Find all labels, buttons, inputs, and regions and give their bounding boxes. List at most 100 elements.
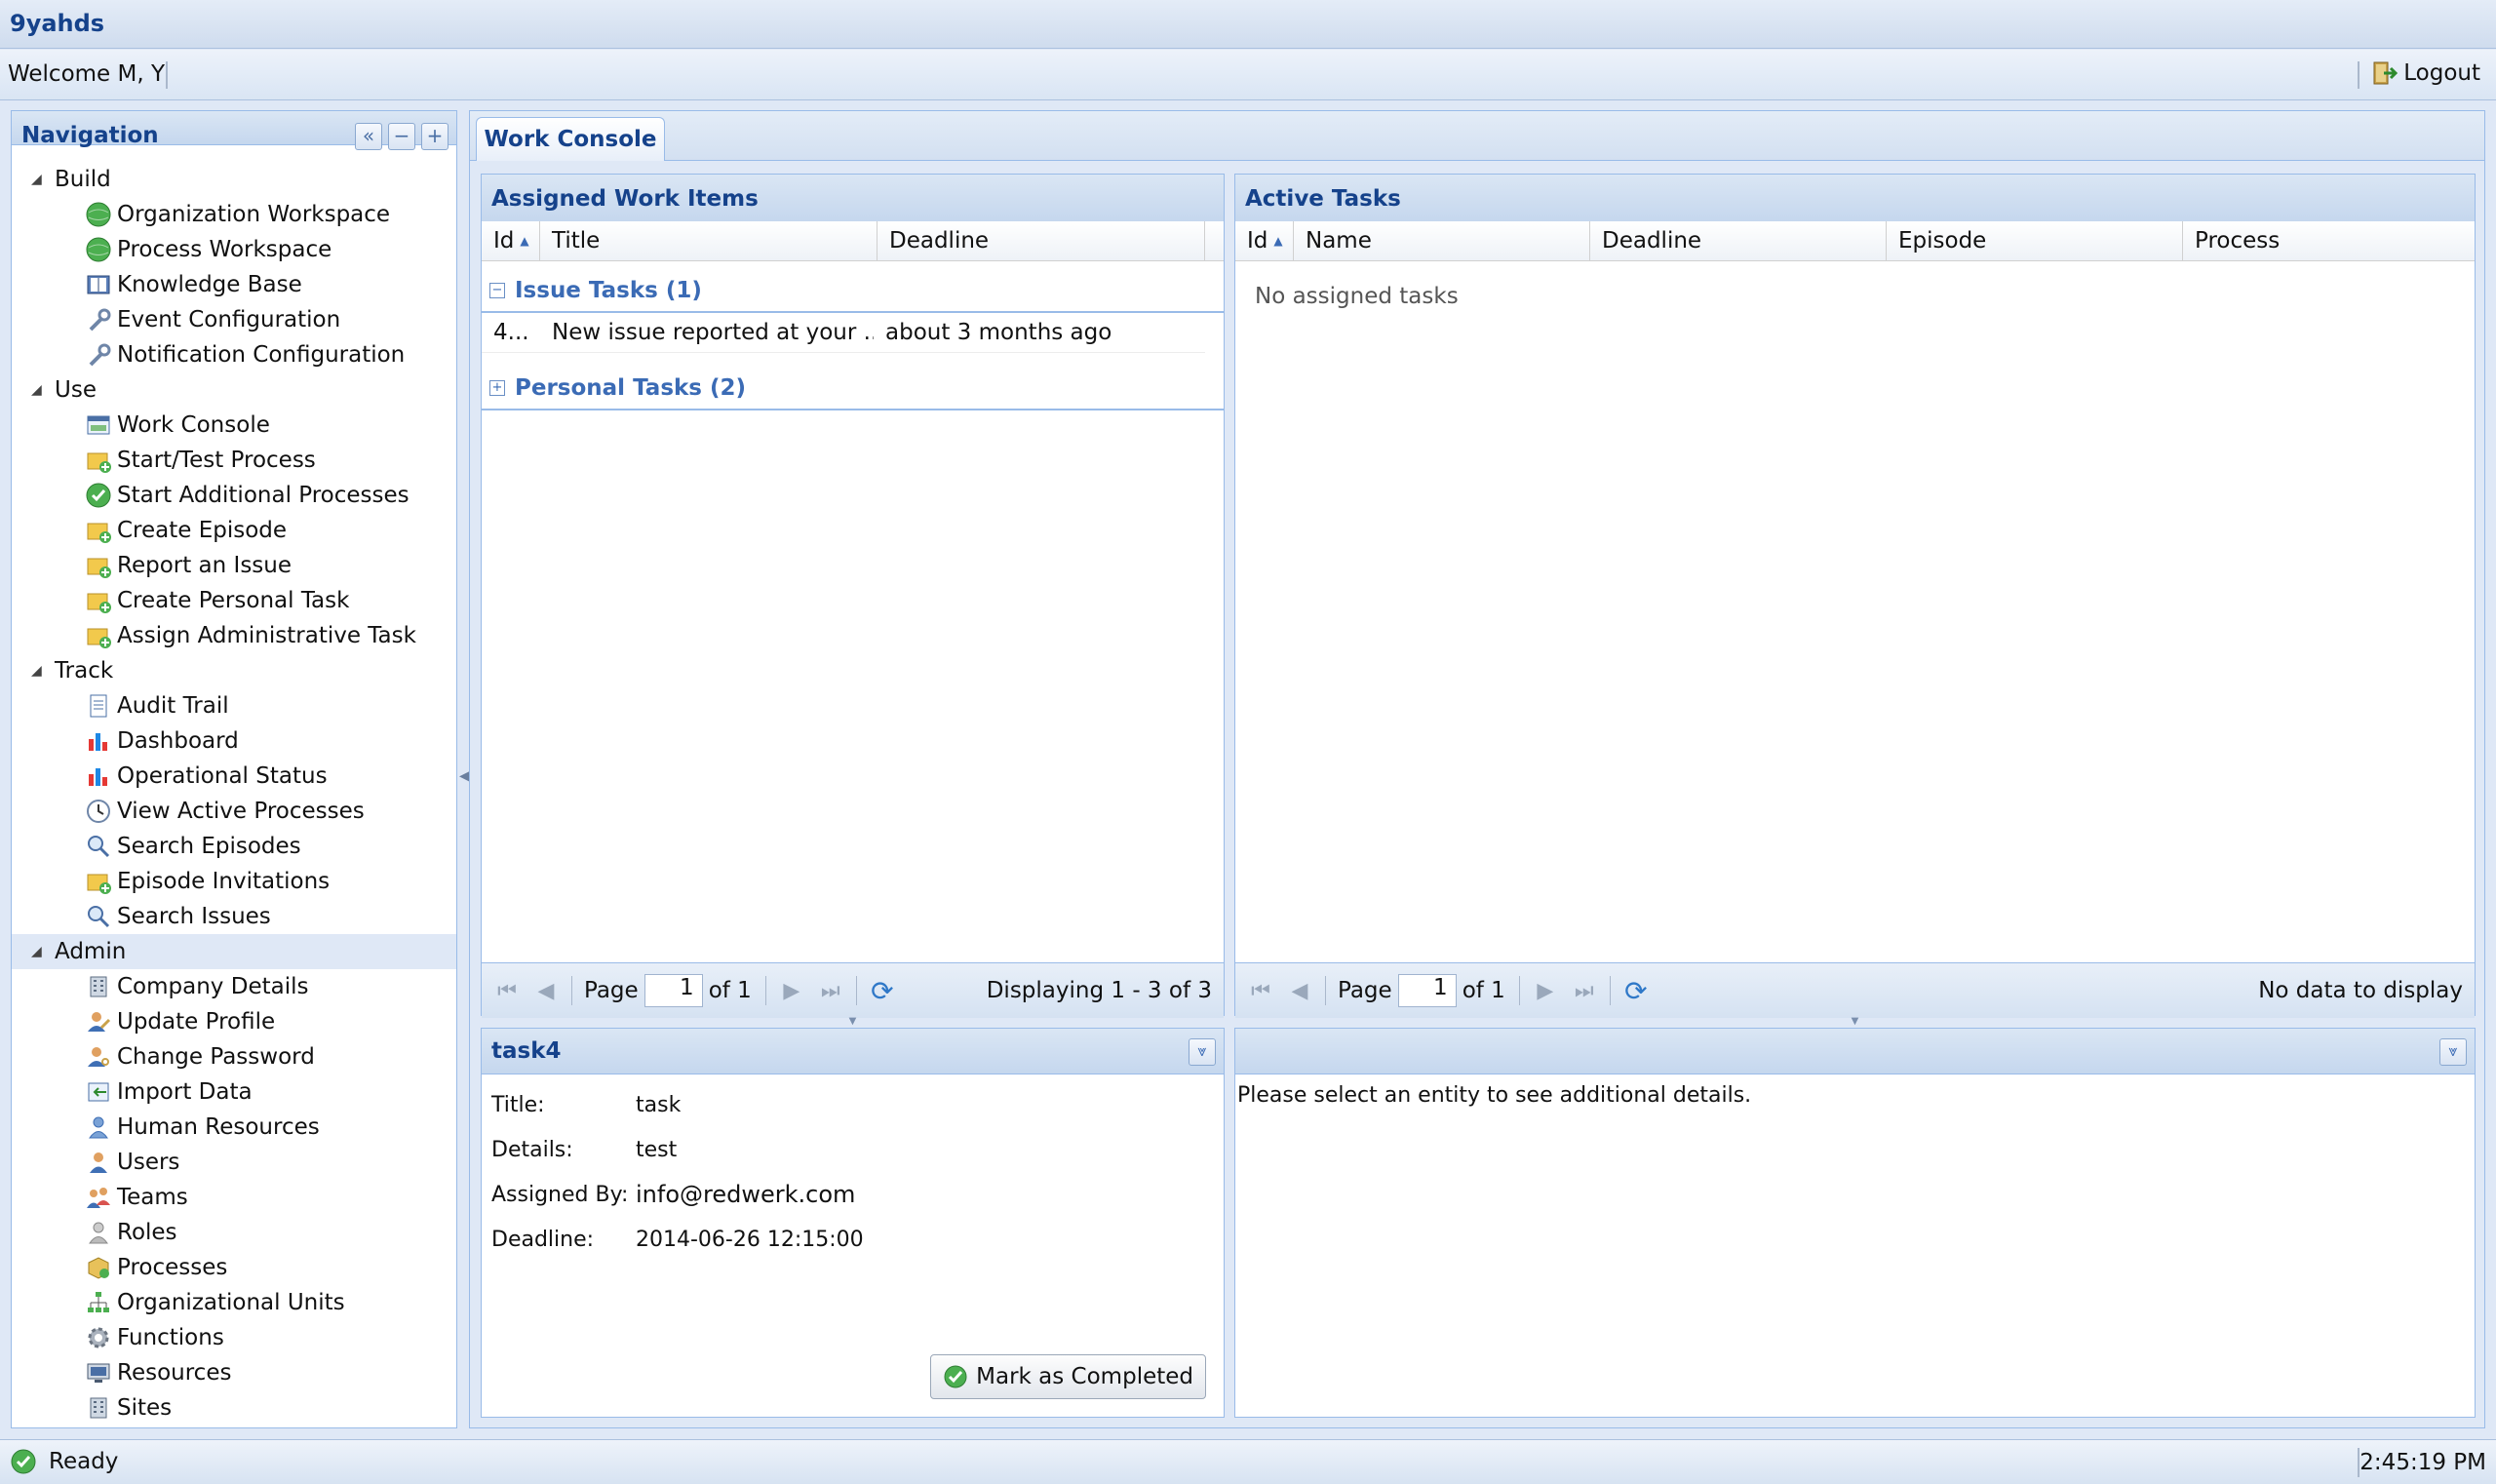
nav-item-roles[interactable]: Roles <box>84 1215 177 1250</box>
refresh-icon[interactable]: ⟳ <box>1617 975 1656 1007</box>
role-icon <box>84 1218 113 1247</box>
nav-item-start-test-process[interactable]: Start/Test Process <box>84 443 316 478</box>
check-circle-icon <box>11 1449 36 1474</box>
table-row[interactable]: 4... New issue reported at your ... abou… <box>482 313 1205 353</box>
nav-item-audit-trail[interactable]: Audit Trail <box>84 688 229 723</box>
wrench-icon <box>84 340 113 370</box>
task-detail-header: task4 ⩔ <box>482 1029 1224 1074</box>
field-value-deadline: 2014-06-26 12:15:00 <box>636 1228 864 1252</box>
tab-strip: Work Console <box>470 111 2484 161</box>
field-label-title: Title: <box>491 1093 545 1117</box>
nav-item-report-an-issue[interactable]: Report an Issue <box>84 548 292 583</box>
field-label-assigned-by: Assigned By: <box>491 1183 629 1207</box>
nav-item-company-details[interactable]: Company Details <box>84 969 308 1004</box>
nav-item-assign-administrative-task[interactable]: Assign Administrative Task <box>84 618 416 653</box>
page-number-input[interactable]: 1 <box>644 974 703 1007</box>
nav-item-import-data[interactable]: Import Data <box>84 1074 253 1110</box>
wrench-icon <box>84 305 113 334</box>
nav-section-track[interactable]: ◢ Track <box>12 653 456 688</box>
gear-icon <box>84 1323 113 1352</box>
group-issue-tasks[interactable]: − Issue Tasks (1) <box>482 270 1224 313</box>
nav-item-human-resources[interactable]: Human Resources <box>84 1110 320 1145</box>
user-bar: Welcome M, Y Logout <box>0 50 2496 100</box>
nav-item-change-password[interactable]: Change Password <box>84 1039 315 1074</box>
nav-item-operational-status[interactable]: Operational Status <box>84 759 328 794</box>
column-header-title[interactable]: Title <box>540 221 878 260</box>
collapse-button[interactable]: − <box>388 123 415 150</box>
divider <box>571 976 572 1005</box>
nav-item-create-personal-task[interactable]: Create Personal Task <box>84 583 349 618</box>
group-personal-tasks[interactable]: + Personal Tasks (2) <box>482 368 1224 410</box>
nav-item-users[interactable]: Users <box>84 1145 179 1180</box>
app-title-bar: 9yahds <box>0 0 2496 49</box>
next-page-icon[interactable]: ▶ <box>772 979 811 1003</box>
import-icon <box>84 1077 113 1107</box>
nav-item-knowledge-base[interactable]: Knowledge Base <box>84 267 302 302</box>
check-circle-icon <box>944 1365 967 1388</box>
nav-section-admin[interactable]: ◢ Admin <box>12 934 456 969</box>
active-tasks-grid: Active Tasks Id ▲ Name Deadline Episode P… <box>1234 174 2476 1018</box>
refresh-icon[interactable]: ⟳ <box>863 975 902 1007</box>
nav-item-organizational-units[interactable]: Organizational Units <box>84 1285 345 1320</box>
column-header-name[interactable]: Name <box>1294 221 1590 260</box>
monitor-icon <box>84 1358 113 1387</box>
column-header-process[interactable]: Process <box>2183 221 2475 260</box>
folder-add-icon <box>84 867 113 896</box>
page-number-input[interactable]: 1 <box>1397 974 1457 1007</box>
nav-item-search-episodes[interactable]: Search Episodes <box>84 829 301 864</box>
column-header-episode[interactable]: Episode <box>1887 221 2183 260</box>
nav-item-episode-invitations[interactable]: Episode Invitations <box>84 864 330 899</box>
nav-item-event-configuration[interactable]: Event Configuration <box>84 302 340 337</box>
previous-page-icon[interactable]: ◀ <box>1280 979 1319 1003</box>
tab-work-console[interactable]: Work Console <box>476 117 665 161</box>
box-icon <box>84 1253 113 1282</box>
select-entity-message: Please select an entity to see additiona… <box>1237 1083 1752 1108</box>
nav-item-update-profile[interactable]: Update Profile <box>84 1004 275 1039</box>
magnifier-icon <box>84 902 113 931</box>
column-header-deadline[interactable]: Deadline <box>1590 221 1887 260</box>
nav-item-organization-workspace[interactable]: Organization Workspace <box>84 197 390 232</box>
nav-item-search-issues[interactable]: Search Issues <box>84 899 271 934</box>
collapse-panel-icon[interactable]: ⩔ <box>2439 1038 2467 1066</box>
previous-page-icon[interactable]: ◀ <box>526 979 566 1003</box>
nav-section-build[interactable]: ◢ Build <box>12 162 456 197</box>
first-page-icon[interactable]: ⏮ <box>1241 979 1280 1003</box>
column-header-id[interactable]: Id ▲ <box>482 221 540 260</box>
resize-handle[interactable]: ▼ <box>1234 1017 2476 1027</box>
nav-item-dashboard[interactable]: Dashboard <box>84 723 239 759</box>
clock: 2:45:19 PM <box>2360 1450 2486 1475</box>
nav-item-work-console[interactable]: Work Console <box>84 408 270 443</box>
last-page-icon[interactable]: ⏭ <box>811 979 850 1003</box>
logout-button[interactable]: Logout <box>2370 59 2480 87</box>
window-icon <box>84 410 113 440</box>
collapse-panel-icon[interactable]: ⩔ <box>1189 1038 1216 1066</box>
person-icon <box>84 1113 113 1142</box>
next-page-icon[interactable]: ▶ <box>1526 979 1565 1003</box>
nav-item-process-workspace[interactable]: Process Workspace <box>84 232 332 267</box>
nav-item-processes[interactable]: Processes <box>84 1250 227 1285</box>
nav-item-notification-configuration[interactable]: Notification Configuration <box>84 337 405 372</box>
page-count: of 1 <box>1462 978 1505 1003</box>
column-header-deadline[interactable]: Deadline <box>878 221 1205 260</box>
nav-item-sites[interactable]: Sites <box>84 1390 172 1425</box>
collapse-all-button[interactable]: « <box>355 123 382 150</box>
column-header-id[interactable]: Id ▲ <box>1235 221 1294 260</box>
mark-as-completed-button[interactable]: Mark as Completed <box>930 1354 1206 1399</box>
nav-item-view-active-processes[interactable]: View Active Processes <box>84 794 365 829</box>
last-page-icon[interactable]: ⏭ <box>1565 979 1604 1003</box>
nav-section-use[interactable]: ◢ Use <box>12 372 456 408</box>
empty-message: No assigned tasks <box>1255 284 1459 309</box>
nav-item-teams[interactable]: Teams <box>84 1180 188 1215</box>
nav-item-create-episode[interactable]: Create Episode <box>84 513 287 548</box>
panel-splitter[interactable]: ◀ <box>457 110 470 1428</box>
nav-item-resources[interactable]: Resources <box>84 1355 231 1390</box>
nav-item-start-additional-processes[interactable]: Start Additional Processes <box>84 478 410 513</box>
display-info: No data to display <box>2258 978 2463 1003</box>
resize-handle[interactable]: ▼ <box>481 1017 1225 1027</box>
nav-item-functions[interactable]: Functions <box>84 1320 224 1355</box>
org-chart-icon <box>84 1288 113 1317</box>
profile-icon <box>84 1007 113 1036</box>
expand-button[interactable]: + <box>421 123 448 150</box>
divider <box>764 976 766 1005</box>
first-page-icon[interactable]: ⏮ <box>488 979 526 1003</box>
